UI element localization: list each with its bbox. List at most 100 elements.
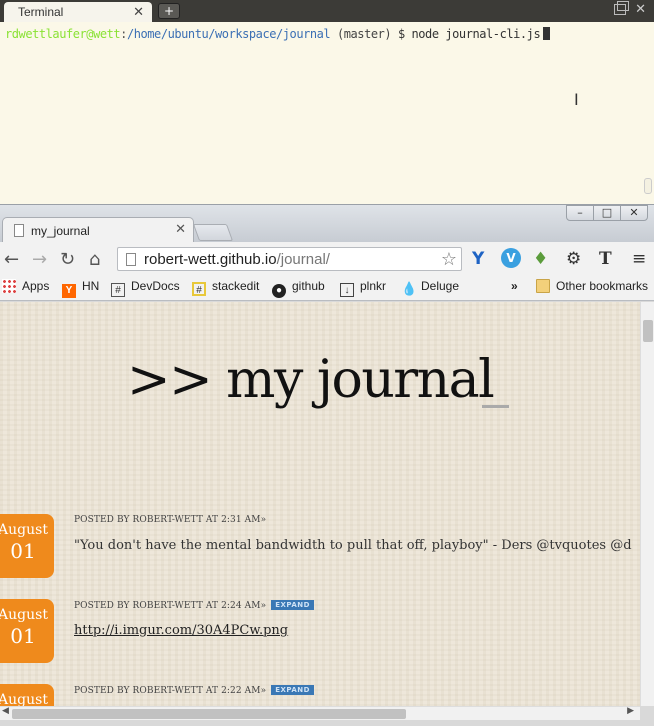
post-meta[interactable]: POSTED BY ROBERT-WETT AT 2:31 AM» bbox=[74, 515, 266, 525]
url-host: robert-wett.github.io bbox=[144, 251, 277, 268]
bookmark-label: github bbox=[292, 279, 325, 293]
expand-button[interactable]: EXPAND bbox=[271, 685, 314, 695]
bookmark-label: stackedit bbox=[212, 279, 260, 293]
url-path: /journal/ bbox=[276, 251, 330, 268]
text-icon[interactable]: T bbox=[599, 249, 612, 269]
title-cursor bbox=[482, 405, 509, 408]
horizontal-scrollbar-thumb[interactable] bbox=[12, 709, 406, 719]
post-meta-text: POSTED BY ROBERT-WETT AT 2:22 AM» bbox=[74, 686, 267, 696]
terminal-scrollbar[interactable] bbox=[644, 178, 652, 194]
prompt-command: $ node journal-cli.js bbox=[391, 27, 541, 41]
back-arrow-icon[interactable]: ← bbox=[4, 249, 19, 270]
page-content: >> my journal August 01 POSTED BY ROBERT… bbox=[0, 302, 640, 706]
scroll-right-arrow-icon[interactable]: ▶ bbox=[627, 706, 634, 716]
browser-tab[interactable]: my_journal ✕ bbox=[2, 217, 194, 243]
browser-window: my_journal ✕ – □ ✕ ← → ↻ ⌂ robert-wett.g… bbox=[0, 204, 654, 726]
github-icon: ● bbox=[272, 284, 286, 298]
date-month: August bbox=[0, 692, 48, 706]
date-badge: August 01 bbox=[0, 599, 54, 663]
new-tab-button[interactable] bbox=[192, 224, 234, 241]
post-body: "You don't have the mental bandwidth to … bbox=[74, 538, 632, 553]
scroll-left-arrow-icon[interactable]: ◀ bbox=[2, 706, 9, 716]
vimium-icon[interactable]: V bbox=[501, 248, 521, 268]
expand-button[interactable]: EXPAND bbox=[271, 600, 314, 610]
bookmark-label: HN bbox=[82, 279, 100, 293]
bookmark-label: Other bookmarks bbox=[556, 279, 649, 293]
terminal-close-icon[interactable]: ✕ bbox=[635, 2, 646, 17]
devdocs-icon: # bbox=[111, 283, 125, 297]
bookmark-apps[interactable]: Apps bbox=[2, 279, 49, 297]
site-title: >> my journal bbox=[127, 350, 495, 410]
yoast-icon[interactable]: Y bbox=[472, 249, 484, 269]
close-icon[interactable]: ✕ bbox=[175, 222, 186, 237]
menu-icon[interactable]: ≡ bbox=[632, 249, 646, 269]
bookmark-hn[interactable]: Y HN bbox=[62, 279, 100, 298]
bookmark-plnkr[interactable]: ↓ plnkr bbox=[340, 279, 386, 297]
browser-tab-title: my_journal bbox=[31, 224, 90, 238]
gear-icon[interactable]: ⚙ bbox=[566, 249, 581, 269]
terminal-tab-bar: Terminal ✕ + ✕ bbox=[0, 0, 654, 22]
url-text[interactable]: robert-wett.github.io/journal/ bbox=[144, 251, 330, 268]
restore-icon[interactable] bbox=[614, 1, 629, 15]
date-badge: August 01 bbox=[0, 684, 54, 706]
close-icon[interactable]: ✕ bbox=[133, 4, 144, 20]
prompt-user: rdwettlaufer@wett bbox=[5, 27, 121, 41]
prompt-colon: : bbox=[120, 27, 127, 41]
post-item: August 01 POSTED BY ROBERT-WETT AT 2:31 … bbox=[0, 500, 640, 580]
maximize-button[interactable]: □ bbox=[593, 205, 621, 221]
post-item: August 01 POSTED BY ROBERT-WETT AT 2:22 … bbox=[0, 670, 640, 706]
ibeam-cursor-icon: I bbox=[574, 90, 579, 109]
terminal-tab-title: Terminal bbox=[18, 5, 64, 19]
folder-icon bbox=[536, 279, 550, 293]
terminal-new-tab-button[interactable]: + bbox=[158, 3, 180, 19]
forward-arrow-icon[interactable]: → bbox=[32, 249, 47, 270]
terminal-window[interactable]: Terminal ✕ + ✕ rdwettlaufer@wett:/home/u… bbox=[0, 0, 654, 204]
hn-icon: Y bbox=[62, 284, 76, 298]
page-icon bbox=[14, 224, 24, 237]
terminal-tab[interactable]: Terminal ✕ bbox=[4, 2, 152, 22]
post-meta-text: POSTED BY ROBERT-WETT AT 2:24 AM» bbox=[74, 601, 267, 611]
close-window-button[interactable]: ✕ bbox=[620, 205, 648, 221]
date-day: 01 bbox=[10, 539, 36, 563]
bookmark-label: Apps bbox=[22, 279, 50, 293]
bookmark-github[interactable]: ● github bbox=[272, 279, 325, 298]
prompt-branch: (master) bbox=[330, 27, 392, 41]
post-item: August 01 POSTED BY ROBERT-WETT AT 2:24 … bbox=[0, 585, 640, 665]
bookmark-label: DevDocs bbox=[131, 279, 180, 293]
bookmark-label: plnkr bbox=[360, 279, 387, 293]
terminal-prompt-line[interactable]: rdwettlaufer@wett:/home/ubuntu/workspace… bbox=[5, 27, 551, 41]
horizontal-scrollbar[interactable]: ◀ ▶ bbox=[0, 706, 640, 720]
stackedit-icon: # bbox=[192, 282, 206, 296]
post-meta[interactable]: POSTED BY ROBERT-WETT AT 2:22 AM» EXPAND bbox=[74, 685, 314, 696]
date-day: 01 bbox=[10, 624, 36, 648]
home-icon[interactable]: ⌂ bbox=[89, 249, 100, 270]
bookmark-star-icon[interactable]: ☆ bbox=[441, 249, 457, 270]
bookmark-label: Deluge bbox=[421, 279, 460, 293]
plug-icon[interactable]: ♦ bbox=[533, 249, 548, 269]
vertical-scrollbar-thumb[interactable] bbox=[643, 320, 653, 342]
bookmarks-bar: Apps Y HN # DevDocs # stackedit ● github ↓ pl… bbox=[0, 276, 654, 301]
reload-icon[interactable]: ↻ bbox=[60, 249, 75, 270]
apps-grid-icon bbox=[2, 279, 16, 293]
post-link[interactable]: http://i.imgur.com/30A4PCw.png bbox=[74, 623, 288, 638]
text-cursor bbox=[543, 27, 551, 40]
page-icon bbox=[126, 253, 136, 266]
bookmark-other[interactable]: Other bookmarks bbox=[536, 279, 648, 297]
bookmark-stackedit[interactable]: # stackedit bbox=[192, 279, 259, 297]
post-meta-text: POSTED BY ROBERT-WETT AT 2:31 AM» bbox=[74, 515, 267, 525]
more-bookmarks-chevron-icon[interactable]: » bbox=[511, 279, 518, 297]
date-month: August bbox=[0, 607, 48, 623]
prompt-path: /home/ubuntu/workspace/journal bbox=[126, 27, 331, 41]
bookmark-deluge[interactable]: 💧 Deluge bbox=[401, 279, 459, 297]
post-meta[interactable]: POSTED BY ROBERT-WETT AT 2:24 AM» EXPAND bbox=[74, 600, 314, 611]
minimize-button[interactable]: – bbox=[566, 205, 594, 221]
date-month: August bbox=[0, 522, 48, 538]
date-badge: August 01 bbox=[0, 514, 54, 578]
bookmark-devdocs[interactable]: # DevDocs bbox=[111, 279, 180, 297]
vertical-scrollbar[interactable] bbox=[640, 302, 654, 706]
plnkr-icon: ↓ bbox=[340, 283, 354, 297]
post-body: http://i.imgur.com/30A4PCw.png bbox=[74, 623, 288, 638]
browser-titlebar: my_journal ✕ – □ ✕ bbox=[0, 204, 654, 243]
browser-toolbar: ← → ↻ ⌂ robert-wett.github.io/journal/ ☆… bbox=[0, 242, 654, 276]
address-bar[interactable]: robert-wett.github.io/journal/ ☆ bbox=[117, 247, 462, 271]
